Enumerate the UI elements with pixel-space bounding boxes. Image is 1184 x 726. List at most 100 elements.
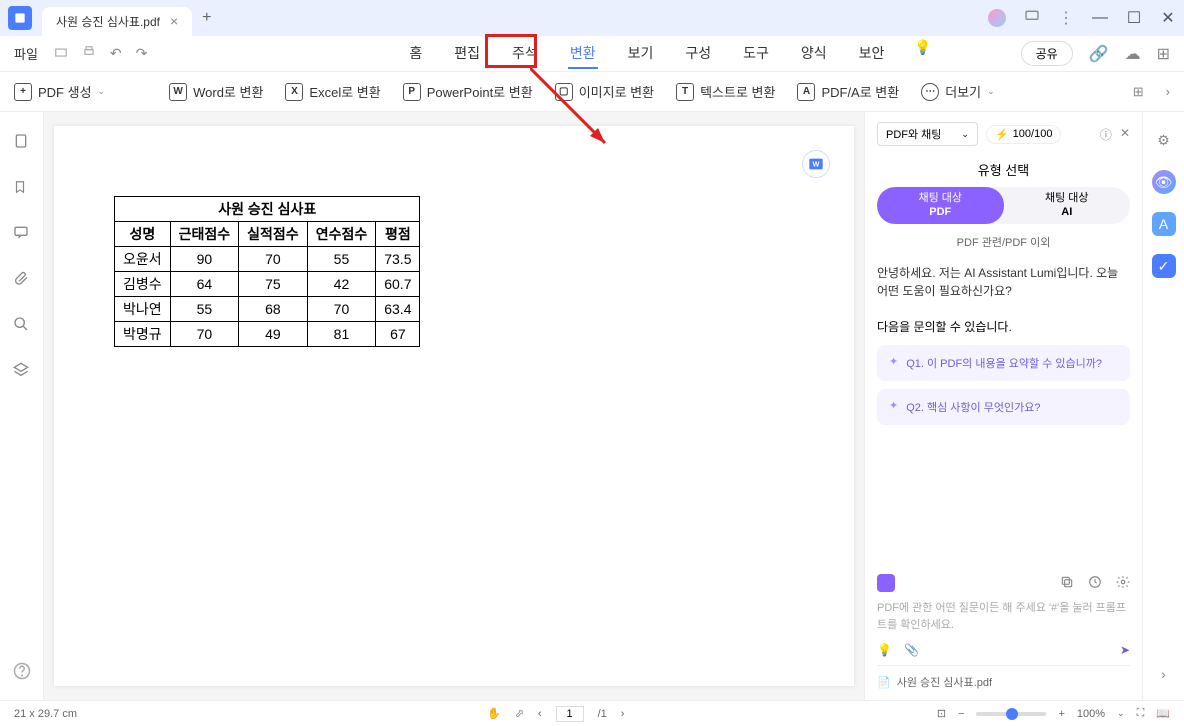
attach-icon[interactable]: 📎 — [904, 643, 919, 657]
chevron-down-icon: ⌄ — [987, 86, 995, 97]
read-mode-icon[interactable]: 📖 — [1156, 707, 1170, 720]
next-page-icon[interactable]: › — [621, 708, 625, 720]
window-icon[interactable]: ⊞ — [1157, 44, 1170, 64]
to-word-button[interactable]: W Word로 변환 — [169, 82, 263, 101]
fullscreen-icon[interactable]: ⛶ — [1137, 707, 1145, 720]
more-icon[interactable]: ⋮ — [1058, 8, 1074, 28]
document-viewport[interactable]: W 사원 승진 심사표 성명 근태점수 실적점수 연수점수 평점 오윤서9070… — [44, 112, 864, 700]
menu-convert[interactable]: 변환 — [568, 39, 598, 69]
open-icon[interactable] — [54, 45, 68, 62]
help-icon[interactable] — [13, 662, 31, 680]
share-button[interactable]: 공유 — [1021, 41, 1073, 66]
close-tab-icon[interactable]: × — [170, 13, 178, 29]
menu-form[interactable]: 양식 — [799, 39, 829, 69]
expand-right-icon[interactable]: › — [1166, 84, 1170, 99]
feedback-icon[interactable] — [1024, 8, 1040, 29]
chat-mode-dropdown[interactable]: PDF와 채팅 ⌄ — [877, 122, 978, 146]
chevron-down-icon[interactable]: ⌄ — [1117, 708, 1125, 719]
more-button[interactable]: ⋯ 더보기 ⌄ — [921, 82, 994, 101]
ai-robot-icon[interactable]: 👁 — [1152, 170, 1176, 194]
tab-chat-ai[interactable]: 채팅 대상 AI — [1004, 187, 1131, 224]
chevron-down-icon: ⌄ — [961, 129, 969, 140]
panel-toggle-icon[interactable]: ⊞ — [1133, 84, 1144, 100]
menu-protect[interactable]: 보안 — [857, 39, 887, 69]
file-menu[interactable]: 파일 — [14, 44, 38, 63]
menu-tools[interactable]: 도구 — [741, 39, 771, 69]
suggestion-1[interactable]: ✦ Q1. 이 PDF의 내용을 요약할 수 있습니까? — [877, 345, 1130, 381]
history-icon[interactable] — [1088, 575, 1102, 592]
menu-home[interactable]: 홈 — [407, 39, 424, 69]
to-pdfa-button[interactable]: A PDF/A로 변환 — [797, 82, 899, 101]
close-panel-icon[interactable]: ✕ — [1120, 126, 1130, 143]
to-image-button[interactable]: ▢ 이미지로 변환 — [555, 82, 654, 101]
link-icon[interactable]: 🔗 — [1089, 44, 1109, 64]
bookmark-icon[interactable] — [13, 178, 31, 196]
fit-page-icon[interactable]: ⊡ — [937, 707, 946, 720]
check-icon[interactable]: ✓ — [1152, 254, 1176, 278]
zoom-value[interactable]: 100% — [1077, 708, 1105, 720]
redo-icon[interactable]: ↷ — [136, 45, 148, 62]
document-page: W 사원 승진 심사표 성명 근태점수 실적점수 연수점수 평점 오윤서9070… — [54, 126, 854, 686]
maximize-button[interactable]: ☐ — [1126, 10, 1142, 26]
bolt-icon: ⚡ — [995, 128, 1009, 141]
table-header-row: 성명 근태점수 실적점수 연수점수 평점 — [115, 222, 420, 247]
copy-icon[interactable] — [1060, 575, 1074, 592]
zoom-in-icon[interactable]: + — [1058, 708, 1064, 720]
chat-input-placeholder[interactable]: PDF에 관한 어떤 질문이든 해 주세요 '#'을 눌러 프롬프트를 확인하세… — [877, 600, 1130, 633]
titlebar: 사원 승진 심사표.pdf × + ⋮ — ☐ ✕ — [0, 0, 1184, 36]
svg-text:W: W — [813, 160, 820, 169]
undo-icon[interactable]: ↶ — [110, 45, 122, 62]
to-excel-button[interactable]: X Excel로 변환 — [285, 82, 380, 101]
document-tab[interactable]: 사원 승진 심사표.pdf × — [42, 7, 192, 36]
attachment-icon[interactable] — [13, 270, 31, 288]
table-row: 박나연55687063.4 — [115, 297, 420, 322]
hand-tool-icon[interactable]: ✋ — [487, 707, 501, 720]
plus-icon: + — [14, 83, 32, 101]
cloud-icon[interactable]: ☁ — [1125, 44, 1141, 64]
settings-icon[interactable] — [1116, 575, 1130, 592]
add-tab-button[interactable]: + — [202, 9, 211, 27]
select-tool-icon[interactable]: ⬀ — [515, 707, 524, 720]
menu-comment[interactable]: 주석 — [510, 39, 540, 69]
close-button[interactable]: ✕ — [1160, 10, 1176, 26]
to-text-button[interactable]: T 텍스트로 변환 — [676, 82, 775, 101]
minimize-button[interactable]: — — [1092, 10, 1108, 26]
credit-badge: ⚡ 100/100 — [986, 125, 1061, 144]
menu-view[interactable]: 보기 — [626, 39, 656, 69]
zoom-slider[interactable] — [976, 712, 1046, 716]
user-avatar-icon[interactable] — [988, 9, 1006, 27]
send-button[interactable]: ➤ — [1120, 643, 1130, 657]
search-icon[interactable] — [13, 316, 31, 334]
zoom-out-icon[interactable]: − — [958, 708, 964, 720]
layers-icon[interactable] — [13, 362, 31, 380]
print-icon[interactable] — [82, 45, 96, 62]
chat-greeting: 안녕하세요. 저는 AI Assistant Lumi입니다. 오늘 어떤 도움… — [877, 264, 1130, 300]
thumbnail-icon[interactable] — [13, 132, 31, 150]
to-ppt-button[interactable]: P PowerPoint로 변환 — [403, 82, 533, 101]
chat-file-reference[interactable]: 📄 사원 승진 심사표.pdf — [877, 665, 1130, 690]
translate-icon[interactable]: A — [1152, 212, 1176, 236]
table-row: 오윤서90705573.5 — [115, 247, 420, 272]
word-float-button[interactable]: W — [802, 150, 830, 178]
suggest-title: 다음을 문의할 수 있습니다. — [877, 318, 1130, 335]
type-select-title: 유형 선택 — [877, 160, 1130, 179]
suggestion-2[interactable]: ✦ Q2. 핵심 사항이 무엇인가요? — [877, 389, 1130, 425]
lightbulb-icon[interactable]: 💡 — [914, 39, 931, 69]
table-title: 사원 승진 심사표 — [115, 197, 420, 222]
collapse-rail-icon[interactable]: › — [1152, 662, 1176, 686]
page-dimensions: 21 x 29.7 cm — [14, 708, 77, 720]
page-number-input[interactable] — [556, 706, 584, 722]
lightbulb-icon[interactable]: 💡 — [877, 643, 892, 657]
prev-page-icon[interactable]: ‹ — [538, 708, 542, 720]
pdf-file-icon: 📄 — [877, 676, 891, 689]
comment-icon[interactable] — [13, 224, 31, 242]
info-icon[interactable]: ⓘ — [1100, 126, 1112, 143]
menu-organize[interactable]: 구성 — [683, 39, 713, 69]
tab-chat-pdf[interactable]: 채팅 대상 PDF — [877, 187, 1004, 224]
chevron-down-icon: ⌄ — [98, 86, 106, 97]
settings-slider-icon[interactable]: ⚙ — [1152, 128, 1176, 152]
create-pdf-button[interactable]: + PDF 생성 ⌄ — [14, 82, 105, 101]
menu-edit[interactable]: 편집 — [452, 39, 482, 69]
chat-type-tabs: 채팅 대상 PDF 채팅 대상 AI — [877, 187, 1130, 224]
template-icon[interactable] — [877, 574, 895, 592]
